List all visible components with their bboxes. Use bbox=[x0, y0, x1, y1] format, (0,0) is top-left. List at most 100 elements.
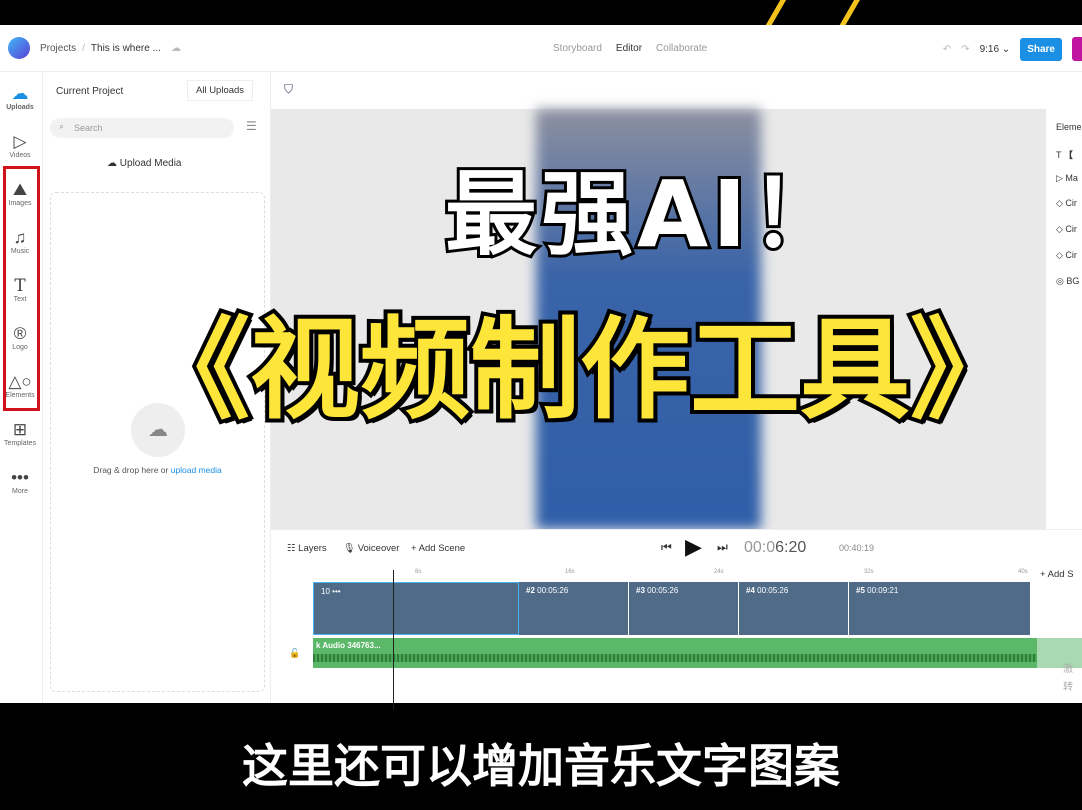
tab-storyboard[interactable]: Storyboard bbox=[553, 43, 602, 54]
tab-collaborate[interactable]: Collaborate bbox=[656, 43, 707, 54]
scene-clip[interactable]: #4 00:05:26 bbox=[739, 582, 849, 635]
aspect-ratio-select[interactable]: 9:16 ⌄ bbox=[980, 44, 1011, 55]
label: Voiceover bbox=[357, 543, 400, 554]
layers-button[interactable]: ☷ Layers bbox=[287, 543, 327, 554]
video-icon: ▷ bbox=[13, 132, 27, 151]
tick-label: 40s bbox=[1018, 569, 1028, 575]
scene-clip[interactable]: #2 00:05:26 bbox=[519, 582, 629, 635]
overlay-title: 最强AI！ bbox=[442, 158, 847, 271]
time-dim: 00:0 bbox=[744, 539, 776, 556]
redo-icon[interactable]: ↷ bbox=[961, 44, 969, 55]
time-main: 6:20 bbox=[775, 539, 807, 556]
cloud-upload-icon: ☁ bbox=[11, 84, 29, 103]
add-scene-button[interactable]: + Add Scene bbox=[411, 543, 465, 554]
all-uploads-button[interactable]: All Uploads bbox=[187, 80, 254, 101]
sidebar-item-uploads[interactable]: ☁ Uploads bbox=[0, 84, 40, 111]
cloud-sync-icon: ☁ bbox=[170, 42, 181, 54]
label: Cir bbox=[1065, 224, 1077, 234]
subtitle-caption: 这里还可以增加音乐文字图案 bbox=[240, 738, 842, 794]
breadcrumb-separator: / bbox=[82, 42, 85, 54]
label: Add S bbox=[1047, 569, 1074, 580]
breadcrumb-projects[interactable]: Projects bbox=[40, 43, 76, 54]
element-item[interactable]: T 【 bbox=[1056, 148, 1073, 161]
highlight-box bbox=[3, 166, 40, 411]
skip-back-icon[interactable]: ⏮ bbox=[661, 540, 672, 555]
current-project-tab[interactable]: Current Project bbox=[56, 86, 123, 97]
paint-bucket-icon[interactable]: ⛉ bbox=[284, 82, 293, 97]
add-scene-right-button[interactable]: + Add S bbox=[1040, 569, 1074, 580]
label: Ma bbox=[1065, 173, 1078, 183]
undo-icon[interactable]: ↶ bbox=[943, 44, 951, 55]
tick-label: 8s bbox=[415, 569, 422, 575]
label: Cir bbox=[1065, 250, 1077, 260]
upload-icon: ☁ bbox=[107, 158, 120, 169]
label: Upload Media bbox=[119, 158, 182, 169]
label: Videos bbox=[9, 152, 31, 159]
label: More bbox=[12, 488, 28, 495]
audio-waveform bbox=[313, 654, 1037, 662]
skip-forward-icon[interactable]: ⏭ bbox=[717, 540, 728, 555]
scene-number: #3 bbox=[636, 586, 645, 595]
side-text: 转 bbox=[1063, 682, 1073, 693]
sidebar-rail: ☁ Uploads ▷ Videos ⛰ Images ♫ Music T Text ® L… bbox=[0, 72, 43, 703]
sidebar-item-templates[interactable]: ⊞ Templates bbox=[0, 420, 40, 447]
export-button[interactable] bbox=[1072, 37, 1082, 61]
scene-clip[interactable]: 10 ••• bbox=[313, 582, 519, 635]
scene-clip[interactable]: #3 00:05:26 bbox=[629, 582, 739, 635]
sidebar-item-more[interactable]: ••• More bbox=[0, 468, 40, 495]
label: Layers bbox=[298, 543, 327, 554]
current-time: 00:06:20 bbox=[744, 539, 806, 557]
templates-icon: ⊞ bbox=[12, 420, 28, 439]
tick-label: 16s bbox=[565, 569, 575, 575]
search-input[interactable]: ⌕ Search bbox=[50, 118, 234, 138]
label: 【 bbox=[1063, 150, 1073, 160]
more-icon: ••• bbox=[11, 468, 29, 487]
elements-panel: Eleme T 【 ▷ Ma ◇ Cir ◇ Cir ◇ Cir ◎ BG bbox=[1046, 109, 1082, 529]
play-icon[interactable]: ▶ bbox=[685, 534, 702, 560]
tick-label: 24s bbox=[714, 569, 724, 575]
scene-number: #2 bbox=[526, 586, 535, 595]
breadcrumb-project[interactable]: This is where ... bbox=[91, 43, 161, 54]
element-item[interactable]: ◇ Cir bbox=[1056, 224, 1077, 235]
scene-duration: 00:05:26 bbox=[537, 586, 569, 595]
timeline: ☷ Layers 🎙 Voiceover + Add Scene ⏮ ▶ ⏭ 0… bbox=[271, 529, 1082, 710]
drop-zone[interactable]: ☁ Drag & drop here or upload media bbox=[50, 192, 265, 692]
label: Add Scene bbox=[418, 543, 466, 554]
lock-icon[interactable]: 🔓 bbox=[289, 648, 300, 659]
scene-duration: 00:05:26 bbox=[757, 586, 789, 595]
label: BG bbox=[1066, 276, 1080, 286]
top-bar: Projects / This is where ... ☁ Storyboar… bbox=[0, 25, 1082, 72]
tab-editor[interactable]: Editor bbox=[616, 43, 642, 54]
drop-text: Drag & drop here or upload media bbox=[51, 465, 264, 475]
search-placeholder: Search bbox=[74, 123, 103, 133]
scene-duration: 00:05:26 bbox=[647, 586, 679, 595]
tick-label: 32s bbox=[864, 569, 874, 575]
element-item[interactable]: ◇ Cir bbox=[1056, 198, 1077, 209]
element-item[interactable]: ◎ BG bbox=[1056, 276, 1079, 287]
drop-instructions: Drag & drop here or bbox=[93, 465, 171, 475]
label: Templates bbox=[4, 440, 36, 447]
scene-clip[interactable]: #5 00:09:21 bbox=[849, 582, 1031, 635]
audio-track[interactable]: k Audio 346763... bbox=[313, 638, 1037, 668]
share-button[interactable]: Share bbox=[1020, 37, 1062, 61]
side-text: 激 bbox=[1063, 664, 1073, 675]
scene-number: #5 bbox=[856, 586, 865, 595]
more-icon[interactable]: ••• bbox=[332, 587, 340, 596]
upload-media-link[interactable]: upload media bbox=[171, 465, 222, 475]
playhead[interactable] bbox=[393, 570, 394, 710]
filter-icon[interactable]: ☰ bbox=[246, 119, 257, 133]
scene-number: 10 bbox=[321, 587, 330, 596]
scene-number: #4 bbox=[746, 586, 755, 595]
label: Cir bbox=[1065, 198, 1077, 208]
sidebar-item-videos[interactable]: ▷ Videos bbox=[0, 132, 40, 159]
element-item[interactable]: ◇ Cir bbox=[1056, 250, 1077, 261]
elements-title: Eleme bbox=[1056, 122, 1082, 132]
overlay-headline: 《视频制作工具》 bbox=[136, 302, 1024, 438]
audio-label: k Audio 346763... bbox=[316, 641, 381, 650]
element-item[interactable]: ▷ Ma bbox=[1056, 173, 1078, 184]
voiceover-button[interactable]: 🎙 Voiceover bbox=[343, 543, 399, 554]
search-icon: ⌕ bbox=[59, 121, 65, 131]
audio-track-fade bbox=[1037, 638, 1082, 668]
app-logo[interactable] bbox=[8, 37, 30, 59]
upload-media-button[interactable]: ☁ Upload Media bbox=[107, 158, 182, 169]
